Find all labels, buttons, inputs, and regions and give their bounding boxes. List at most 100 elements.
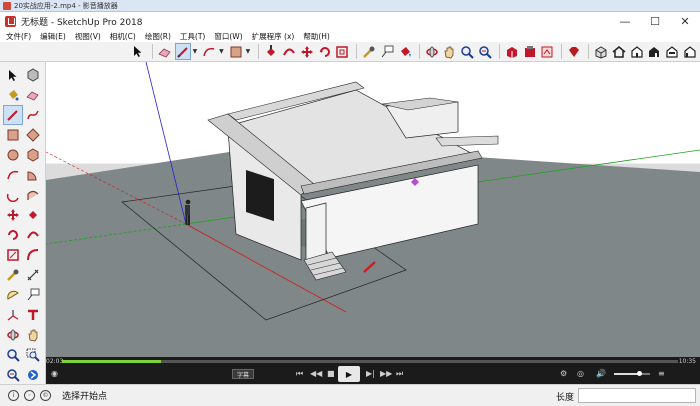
menu-file[interactable]: 文件(F) (6, 31, 31, 42)
stop-icon[interactable]: ■ (327, 369, 335, 379)
follow-me-palette-button[interactable] (23, 225, 43, 245)
scale-palette-button[interactable] (3, 245, 23, 265)
info-icon[interactable]: i (8, 390, 19, 401)
pencil-palette-button[interactable] (3, 105, 23, 125)
dimension-palette-button[interactable] (23, 265, 43, 285)
zoom-extents-palette-button[interactable] (3, 365, 23, 385)
follow-me-tool-button[interactable] (281, 43, 297, 60)
fast-forward-icon[interactable]: ▶▶ (380, 369, 392, 379)
make-component-palette-button[interactable] (23, 65, 43, 85)
freehand-palette-button[interactable] (23, 105, 43, 125)
pan-hand-icon (444, 46, 454, 58)
right-view-button[interactable] (646, 43, 662, 60)
zoom-tool-button[interactable] (459, 43, 475, 60)
eraser-tool-button[interactable] (157, 43, 173, 60)
rewind-icon[interactable]: ◀◀ (310, 369, 322, 379)
layout-button[interactable] (540, 43, 556, 60)
pie-icon (27, 171, 37, 181)
playlist-icon[interactable]: ≡ (658, 369, 665, 379)
3d-text-palette-button[interactable] (23, 305, 43, 325)
tape-measure-palette-button[interactable] (3, 265, 23, 285)
menu-extensions[interactable]: 扩展程序 (x) (252, 31, 295, 42)
chevron-down-icon[interactable]: ▼ (246, 48, 251, 55)
seek-bar[interactable] (62, 360, 678, 363)
follow-me-icon (282, 48, 295, 55)
geo-location-icon[interactable]: ◦ (24, 390, 35, 401)
paint-bucket-tool-button[interactable] (397, 43, 413, 60)
3d-warehouse-button[interactable] (504, 43, 520, 60)
zoom-palette-button[interactable] (3, 345, 23, 365)
push-pull-palette-button[interactable] (23, 205, 43, 225)
protractor-palette-button[interactable] (3, 285, 23, 305)
push-pull-tool-button[interactable] (263, 43, 279, 60)
menu-edit[interactable]: 编辑(E) (40, 31, 66, 42)
player-logo-small-icon[interactable]: ◉ (51, 369, 58, 379)
menu-help[interactable]: 帮助(H) (303, 31, 330, 42)
screenshot-icon[interactable]: ◎ (577, 369, 584, 379)
pie-palette-button[interactable] (23, 165, 43, 185)
zoom-extents-tool-button[interactable] (477, 43, 493, 60)
select-tool-button[interactable] (130, 43, 146, 60)
measurements-input[interactable] (578, 388, 696, 403)
menu-view[interactable]: 视图(V) (75, 31, 101, 42)
top-view-button[interactable] (611, 43, 627, 60)
rectangle-tool-button[interactable] (228, 43, 244, 60)
menu-window[interactable]: 窗口(W) (214, 31, 242, 42)
chevron-down-icon[interactable]: ▼ (193, 48, 198, 55)
orbit-tool-button[interactable] (424, 43, 440, 60)
pan-tool-button[interactable] (441, 43, 457, 60)
three-point-arc-palette-button[interactable] (3, 185, 23, 205)
arc-palette-button[interactable] (3, 165, 23, 185)
frame-forward-icon[interactable]: ▶| (366, 369, 375, 379)
paint-palette-button[interactable] (3, 85, 23, 105)
left-view-button[interactable] (682, 43, 698, 60)
maximize-button[interactable]: ☐ (640, 12, 670, 31)
front-view-button[interactable] (629, 43, 645, 60)
volume-slider[interactable] (614, 371, 650, 376)
skip-start-icon[interactable]: ⏮ (296, 369, 303, 379)
rotate-palette-button[interactable] (3, 225, 23, 245)
extension-warehouse-button[interactable] (522, 43, 538, 60)
settings-icon[interactable]: ⚙ (560, 369, 567, 379)
menu-camera[interactable]: 相机(C) (110, 31, 136, 42)
volume-knob[interactable] (637, 371, 643, 376)
pencil-line-tool-button[interactable] (174, 43, 191, 60)
polygon-palette-button[interactable] (23, 145, 43, 165)
back-view-button[interactable] (664, 43, 680, 60)
play-button[interactable]: ▶ (338, 366, 360, 382)
iso-view-button[interactable] (593, 43, 609, 60)
chevron-down-icon[interactable]: ▼ (219, 48, 224, 55)
two-point-arc-palette-button[interactable] (23, 185, 43, 205)
offset-palette-button[interactable] (23, 245, 43, 265)
arc-tool-button[interactable] (201, 43, 217, 60)
move-palette-button[interactable] (3, 205, 23, 225)
ruby-console-button[interactable] (566, 43, 582, 60)
pan-palette-button[interactable] (23, 325, 43, 345)
text-tool-button[interactable] (379, 43, 395, 60)
menu-tools[interactable]: 工具(T) (180, 31, 205, 42)
rotate-tool-button[interactable] (317, 43, 333, 60)
status-hint: 选择开始点 (62, 392, 108, 402)
extension-warehouse-icon (524, 45, 535, 57)
select-palette-button[interactable] (3, 65, 23, 85)
rectangle-palette-button[interactable] (3, 125, 23, 145)
orbit-palette-button[interactable] (3, 325, 23, 345)
walk-palette-button[interactable] (23, 365, 43, 385)
eraser-palette-button[interactable] (23, 85, 43, 105)
subtitle-button[interactable]: 字幕 (232, 369, 254, 379)
rotated-rectangle-palette-button[interactable] (23, 125, 43, 145)
zoom-window-palette-button[interactable] (23, 345, 43, 365)
skip-end-icon[interactable]: ⏭ (396, 369, 403, 379)
minimize-button[interactable]: — (610, 12, 640, 31)
axes-palette-button[interactable] (3, 305, 23, 325)
modeling-viewport[interactable] (46, 62, 700, 360)
close-button[interactable]: ✕ (670, 12, 700, 31)
circle-palette-button[interactable] (3, 145, 23, 165)
credits-icon[interactable]: © (40, 390, 51, 401)
move-tool-button[interactable] (299, 43, 315, 60)
menu-draw[interactable]: 绘图(R) (145, 31, 171, 42)
text-palette-button[interactable] (23, 285, 43, 305)
tape-measure-tool-button[interactable] (361, 43, 377, 60)
speaker-icon[interactable]: 🔊 (596, 369, 606, 379)
offset-tool-button[interactable] (334, 43, 350, 60)
